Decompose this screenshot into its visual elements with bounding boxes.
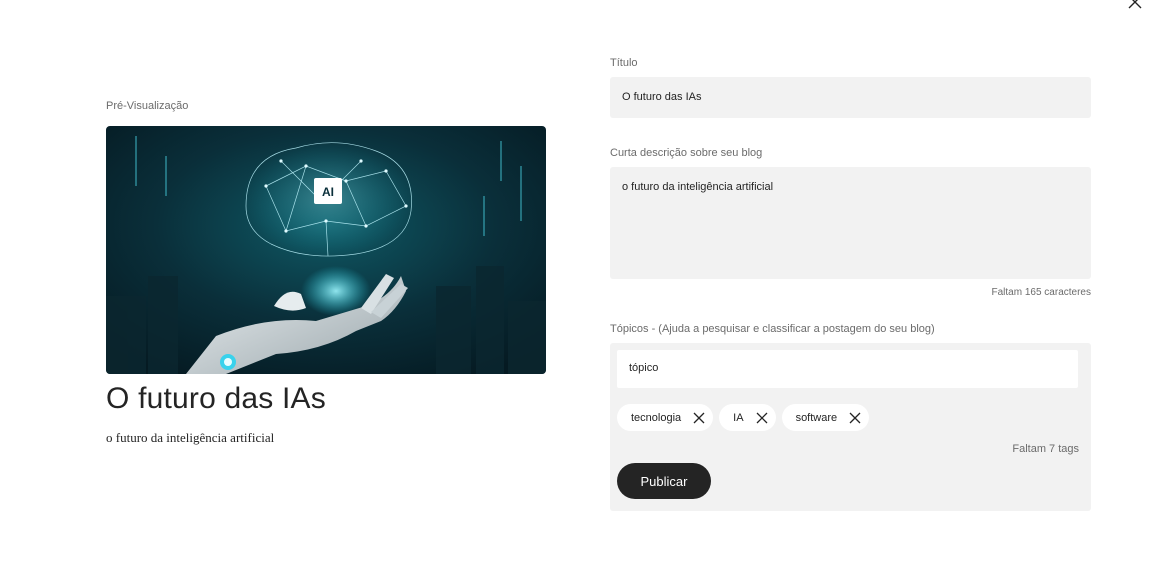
preview-description: o futuro da inteligência artificial	[106, 430, 275, 445]
description-field[interactable]: o futuro da inteligência artificial	[610, 167, 1091, 279]
post-form: Título O futuro das IAs Curta descrição …	[610, 55, 1091, 511]
characters-left-counter: Faltam 165 caracteres	[991, 287, 1092, 298]
tag-chip: software	[781, 404, 870, 431]
tag-label: software	[795, 411, 838, 424]
title-field[interactable]: O futuro das IAs	[610, 77, 1091, 118]
tags-left-counter: Faltam 7 tags	[1012, 443, 1079, 455]
tag-list: tecnologia IA software	[617, 404, 1079, 432]
topic-input[interactable]: tópico	[617, 350, 1078, 388]
tag-chip: tecnologia	[617, 404, 714, 431]
topics-label: Tópicos - (Ajuda a pesquisar e classific…	[610, 323, 935, 335]
title-label: Título	[610, 57, 638, 69]
close-icon[interactable]	[691, 410, 707, 426]
publish-button[interactable]: Publicar	[617, 463, 711, 499]
tag-label: tecnologia	[631, 411, 682, 424]
publish-dialog: Pré-Visualização AI O futuro das IAs o f…	[0, 0, 1161, 567]
close-icon[interactable]	[847, 410, 863, 426]
preview-title: O futuro das IAs	[106, 382, 326, 415]
close-icon[interactable]	[754, 410, 770, 426]
tag-label: IA	[733, 411, 744, 424]
preview-image: AI	[106, 126, 546, 374]
description-label: Curta descrição sobre seu blog	[610, 147, 763, 159]
close-icon[interactable]	[1125, 0, 1145, 12]
ai-badge-text: AI	[322, 185, 334, 199]
tag-chip: IA	[719, 404, 776, 431]
preview-section: Pré-Visualização AI O futuro das IAs o f…	[106, 98, 546, 446]
preview-label: Pré-Visualização	[106, 100, 189, 112]
topics-panel: tópico tecnologia IA software Faltam 7 t…	[610, 343, 1091, 511]
